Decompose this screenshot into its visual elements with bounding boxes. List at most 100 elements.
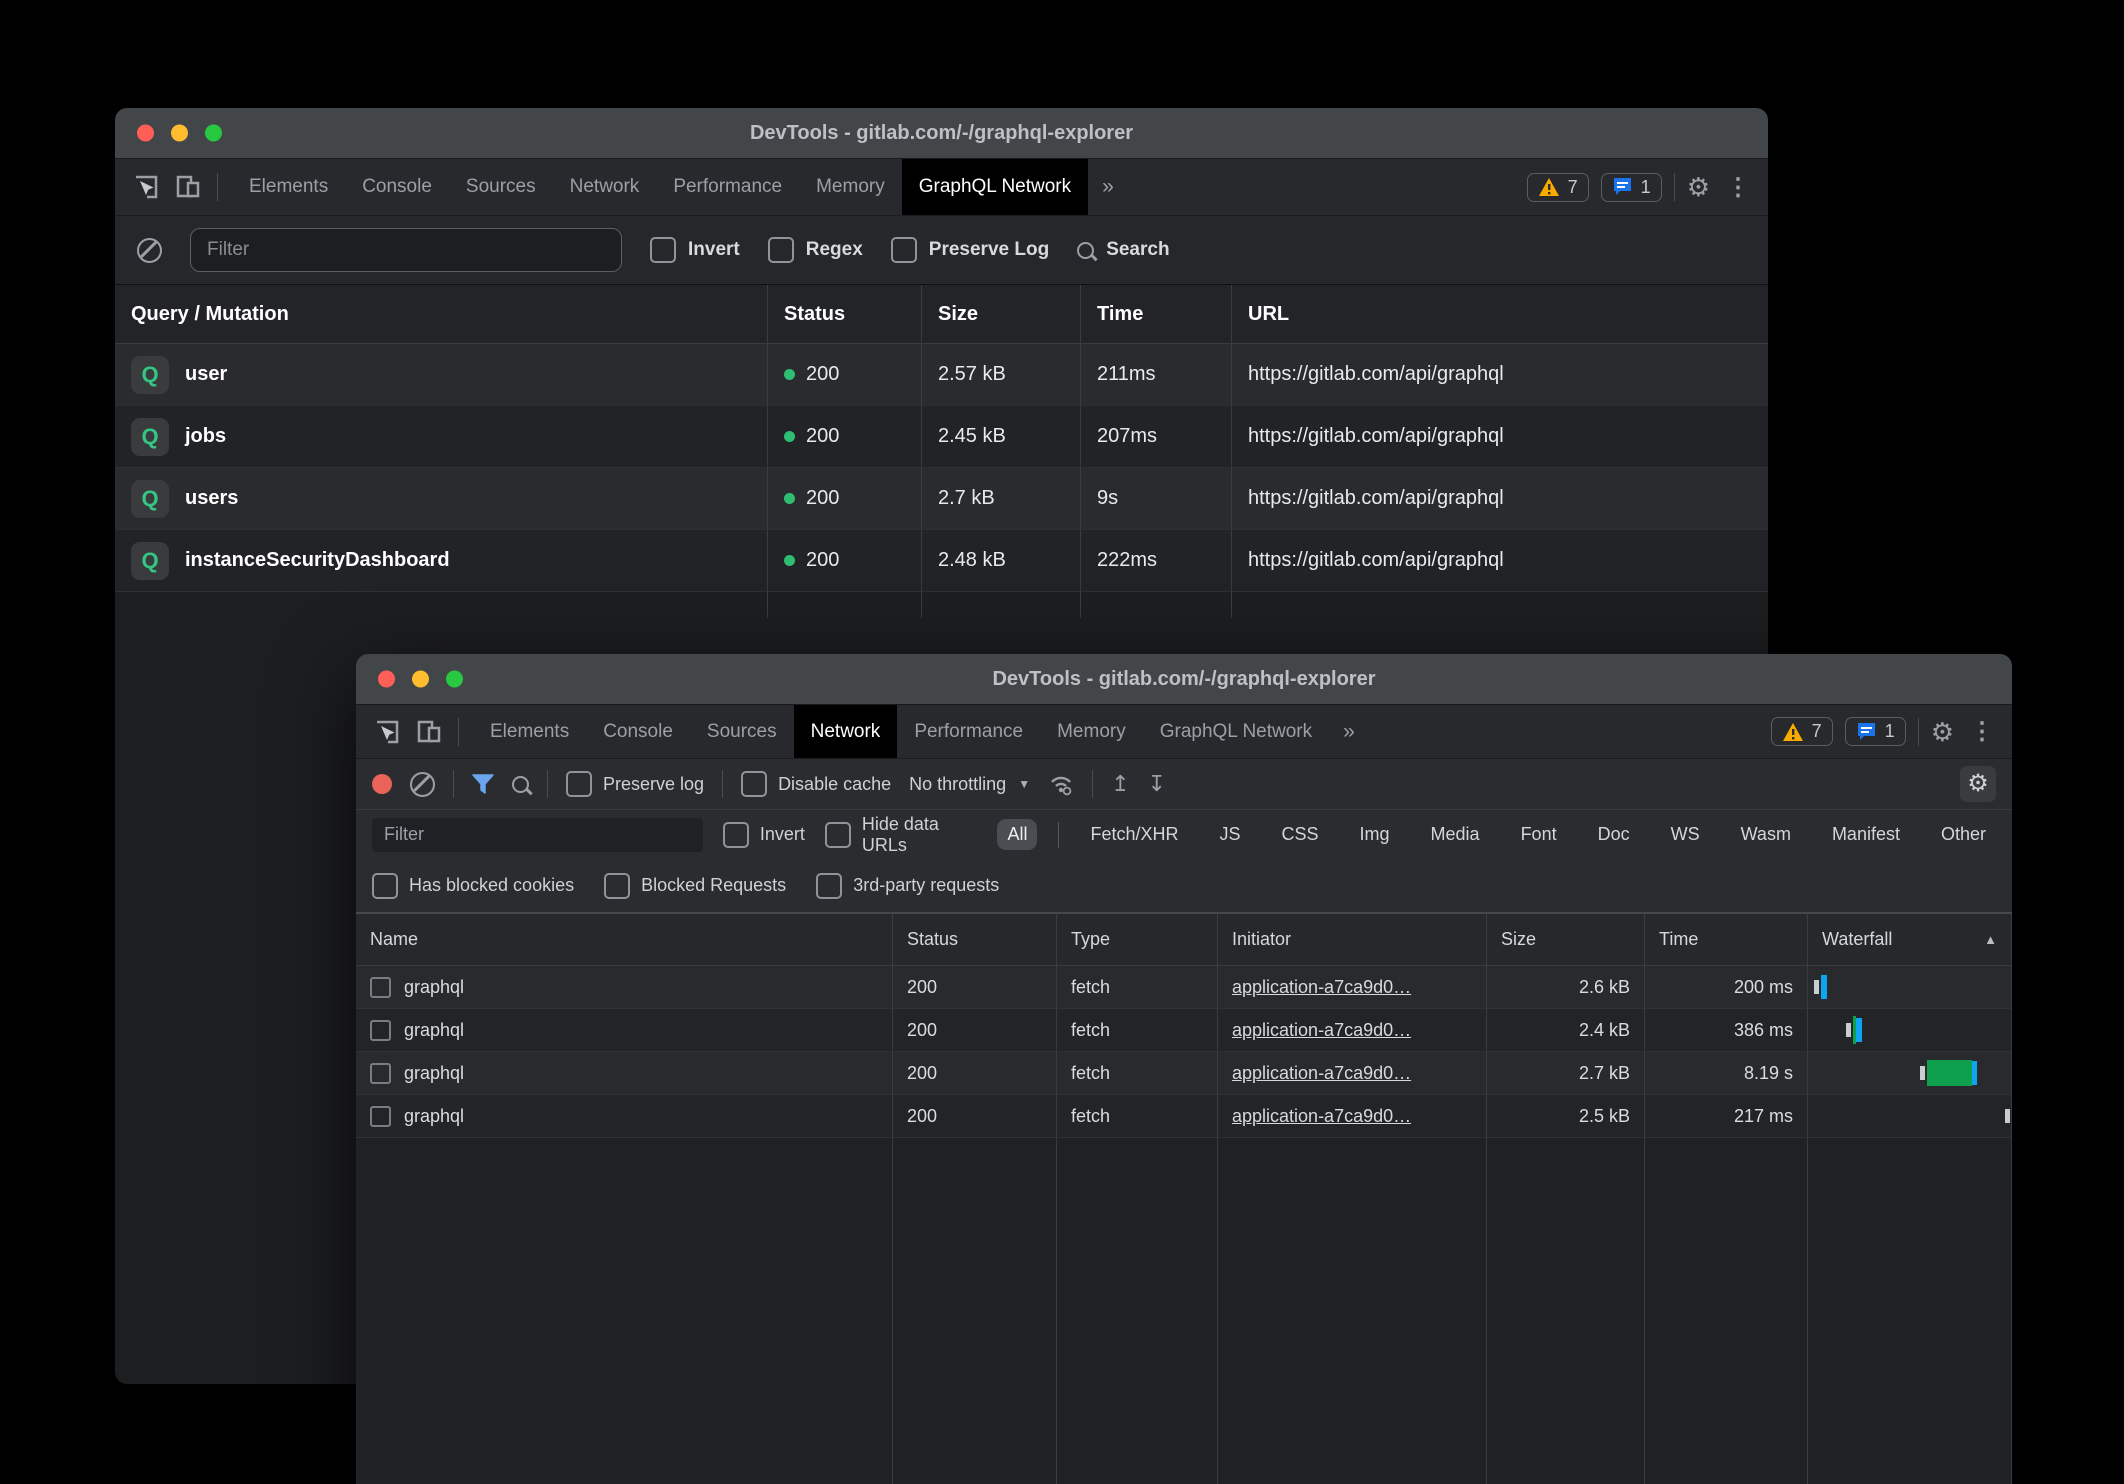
row-checkbox[interactable] [370, 1020, 391, 1041]
invert-option[interactable]: Invert [650, 237, 740, 263]
close-window-button[interactable] [137, 125, 154, 142]
chip-fetch-xhr[interactable]: Fetch/XHR [1080, 819, 1188, 850]
warnings-badge[interactable]: 7 [1771, 717, 1833, 746]
tab-performance[interactable]: Performance [656, 159, 799, 215]
tab-performance[interactable]: Performance [897, 705, 1040, 758]
chip-manifest[interactable]: Manifest [1822, 819, 1910, 850]
tab-network[interactable]: Network [794, 705, 898, 758]
preserve-log-checkbox[interactable] [566, 771, 592, 797]
tab-graphql-network[interactable]: GraphQL Network [1143, 705, 1329, 758]
zoom-window-button[interactable] [446, 671, 463, 688]
tab-memory[interactable]: Memory [1040, 705, 1143, 758]
blocked-requests-checkbox[interactable] [604, 873, 630, 899]
tab-graphql-network[interactable]: GraphQL Network [902, 159, 1088, 215]
chip-css[interactable]: CSS [1272, 819, 1329, 850]
more-options-icon[interactable]: ⋮ [1966, 717, 1998, 746]
network-settings-button[interactable]: ⚙ [1960, 766, 1996, 802]
column-time[interactable]: Time [1645, 914, 1808, 965]
tab-elements[interactable]: Elements [232, 159, 345, 215]
search-control[interactable]: Search [1077, 239, 1169, 261]
invert-checkbox[interactable] [723, 822, 749, 848]
column-url[interactable]: URL [1232, 285, 1768, 343]
inspect-element-icon[interactable] [374, 719, 400, 745]
filter-input[interactable] [190, 228, 622, 272]
chip-other[interactable]: Other [1931, 819, 1996, 850]
column-time[interactable]: Time [1081, 285, 1232, 343]
close-window-button[interactable] [378, 671, 395, 688]
initiator-link[interactable]: application-a7ca9d0… [1232, 977, 1411, 998]
table-row[interactable]: graphql 200 fetch application-a7ca9d0… 2… [356, 1052, 2012, 1095]
table-row[interactable]: Quser 200 2.57 kB 211ms https://gitlab.c… [115, 344, 1768, 406]
title-bar[interactable]: DevTools - gitlab.com/-/graphql-explorer [115, 108, 1768, 159]
column-status[interactable]: Status [768, 285, 922, 343]
invert-option[interactable]: Invert [723, 822, 805, 848]
chip-doc[interactable]: Doc [1588, 819, 1640, 850]
waterfall-bar[interactable] [1808, 1095, 2012, 1138]
regex-checkbox[interactable] [768, 237, 794, 263]
hide-data-urls-checkbox[interactable] [825, 822, 851, 848]
initiator-link[interactable]: application-a7ca9d0… [1232, 1063, 1411, 1084]
zoom-window-button[interactable] [205, 125, 222, 142]
blocked-requests-option[interactable]: Blocked Requests [604, 873, 786, 899]
tab-network[interactable]: Network [553, 159, 657, 215]
column-initiator[interactable]: Initiator [1218, 914, 1487, 965]
chip-font[interactable]: Font [1511, 819, 1567, 850]
chip-ws[interactable]: WS [1661, 819, 1710, 850]
waterfall-bar[interactable] [1808, 1009, 2012, 1052]
settings-gear-icon[interactable]: ⚙ [1687, 174, 1710, 200]
disable-cache-option[interactable]: Disable cache [741, 771, 891, 797]
initiator-link[interactable]: application-a7ca9d0… [1232, 1020, 1411, 1041]
title-bar[interactable]: DevTools - gitlab.com/-/graphql-explorer [356, 654, 2012, 705]
has-blocked-cookies-option[interactable]: Has blocked cookies [372, 873, 574, 899]
disable-cache-checkbox[interactable] [741, 771, 767, 797]
table-row[interactable]: Qusers 200 2.7 kB 9s https://gitlab.com/… [115, 468, 1768, 530]
column-size[interactable]: Size [1487, 914, 1645, 965]
third-party-requests-checkbox[interactable] [816, 873, 842, 899]
issues-badge[interactable]: 1 [1601, 173, 1662, 202]
filter-funnel-icon[interactable] [472, 774, 494, 794]
minimize-window-button[interactable] [412, 671, 429, 688]
network-conditions-icon[interactable] [1048, 772, 1074, 796]
has-blocked-cookies-checkbox[interactable] [372, 873, 398, 899]
tab-console[interactable]: Console [586, 705, 690, 758]
tab-sources[interactable]: Sources [449, 159, 553, 215]
preserve-log-option[interactable]: Preserve log [566, 771, 704, 797]
initiator-link[interactable]: application-a7ca9d0… [1232, 1106, 1411, 1127]
table-row[interactable]: Qjobs 200 2.45 kB 207ms https://gitlab.c… [115, 406, 1768, 468]
more-tabs-icon[interactable]: » [1329, 705, 1369, 758]
chip-all[interactable]: All [997, 819, 1037, 850]
more-tabs-icon[interactable]: » [1088, 159, 1128, 215]
row-checkbox[interactable] [370, 977, 391, 998]
invert-checkbox[interactable] [650, 237, 676, 263]
waterfall-bar[interactable] [1808, 966, 2012, 1009]
preserve-log-option[interactable]: Preserve Log [891, 237, 1049, 263]
network-filter-input[interactable] [372, 818, 703, 852]
table-row[interactable]: QinstanceSecurityDashboard 200 2.48 kB 2… [115, 530, 1768, 592]
clear-icon[interactable] [137, 238, 162, 263]
regex-option[interactable]: Regex [768, 237, 863, 263]
preserve-log-checkbox[interactable] [891, 237, 917, 263]
row-checkbox[interactable] [370, 1063, 391, 1084]
issues-badge[interactable]: 1 [1845, 717, 1906, 746]
column-size[interactable]: Size [922, 285, 1081, 343]
table-row[interactable]: graphql 200 fetch application-a7ca9d0… 2… [356, 1009, 2012, 1052]
chip-img[interactable]: Img [1350, 819, 1400, 850]
column-query-mutation[interactable]: Query / Mutation [115, 285, 768, 343]
tab-memory[interactable]: Memory [799, 159, 902, 215]
import-har-icon[interactable]: ↥ [1111, 773, 1129, 795]
search-network-icon[interactable] [512, 776, 529, 793]
device-toolbar-icon[interactable] [416, 719, 442, 745]
warnings-badge[interactable]: 7 [1527, 173, 1589, 202]
clear-network-log-icon[interactable] [410, 772, 435, 797]
row-checkbox[interactable] [370, 1106, 391, 1127]
tab-console[interactable]: Console [345, 159, 449, 215]
third-party-requests-option[interactable]: 3rd-party requests [816, 873, 999, 899]
record-network-log-button[interactable] [372, 774, 392, 794]
tab-elements[interactable]: Elements [473, 705, 586, 758]
inspect-element-icon[interactable] [133, 174, 159, 200]
settings-gear-icon[interactable]: ⚙ [1931, 719, 1954, 745]
chip-js[interactable]: JS [1209, 819, 1250, 850]
chip-media[interactable]: Media [1421, 819, 1490, 850]
column-type[interactable]: Type [1057, 914, 1218, 965]
more-options-icon[interactable]: ⋮ [1722, 173, 1754, 202]
